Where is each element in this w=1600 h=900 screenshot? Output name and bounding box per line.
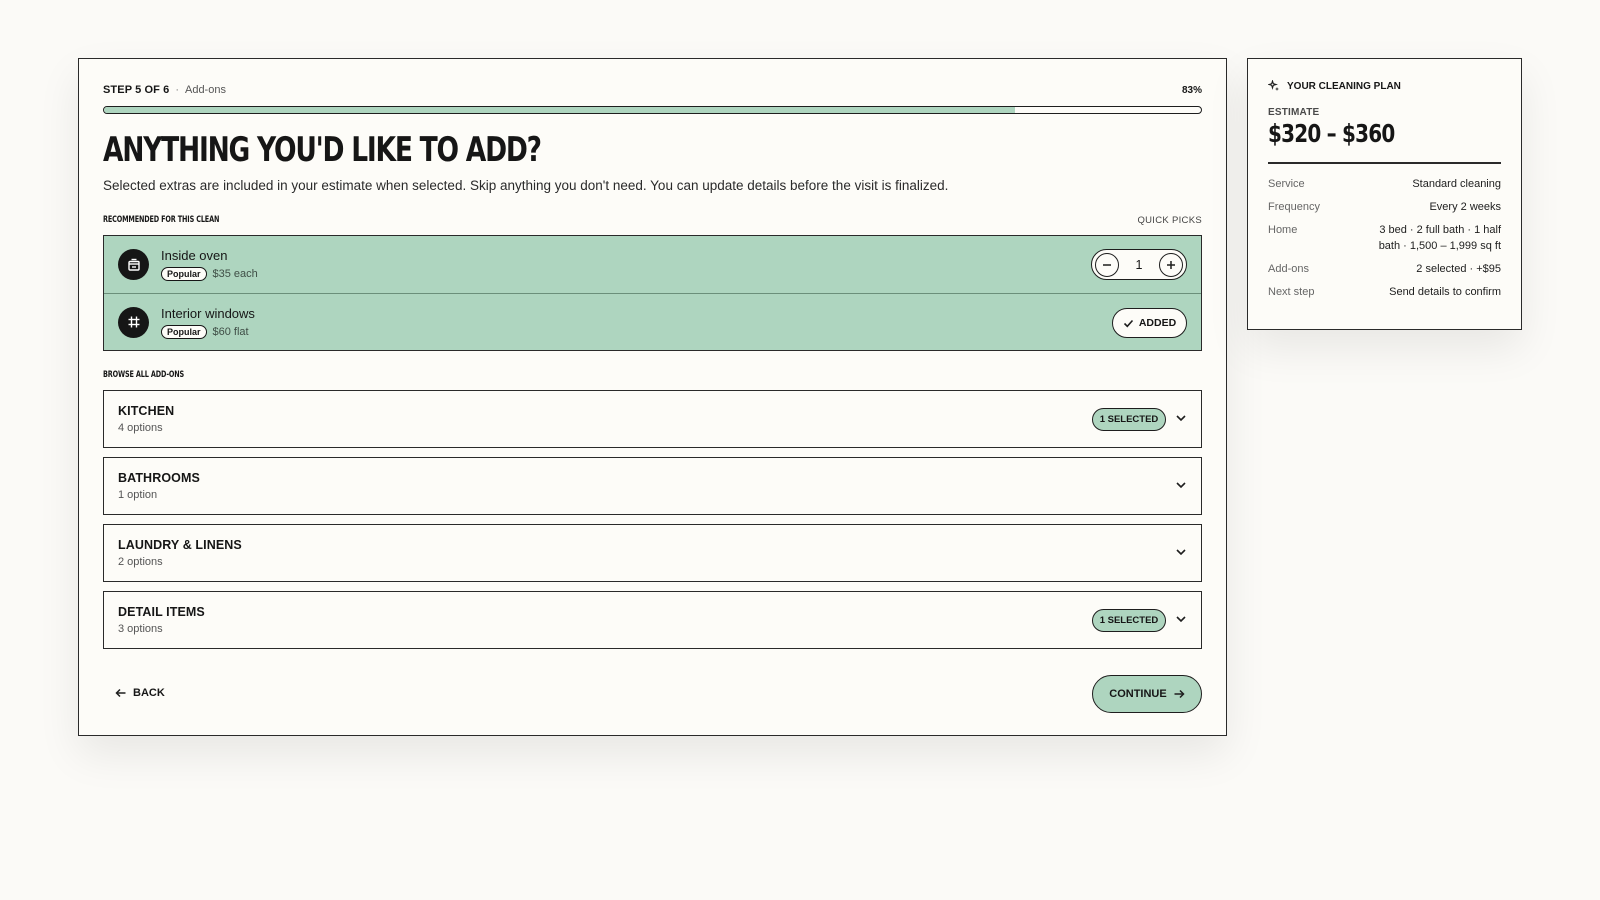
progress-percent: 83%: [1181, 84, 1202, 96]
category-name: DETAIL ITEMS: [118, 605, 205, 619]
recommended-item-inside-oven[interactable]: Inside oven Popular $35 each 1: [104, 236, 1201, 293]
recommended-item-name: Interior windows: [161, 305, 255, 321]
category-name: LAUNDRY & LINENS: [118, 538, 242, 552]
continue-button[interactable]: CONTINUE: [1092, 675, 1202, 713]
step-header: STEP 5 OF 6 · Add-ons 83%: [103, 83, 1202, 97]
arrow-left-icon: [115, 688, 126, 698]
page-title: ANYTHING YOU'D LIKE TO ADD?: [103, 130, 542, 170]
plus-icon: [1166, 260, 1175, 269]
chevron-down-icon[interactable]: [1174, 478, 1188, 492]
category-list: KITCHEN 4 options 1 SELECTED BATHROOMS 1…: [103, 390, 1202, 649]
quantity-stepper: 1: [1091, 249, 1187, 280]
step-footer: BACK CONTINUE: [103, 675, 1202, 713]
plan-row-frequency: Frequency Every 2 weeks: [1268, 199, 1501, 215]
step-label: STEP 5 OF 6: [103, 84, 170, 96]
recommended-header: RECOMMENDED FOR THIS CLEAN QUICK PICKS: [103, 213, 1202, 227]
category-count: 4 options: [118, 422, 163, 434]
added-label: ADDED: [1138, 317, 1177, 329]
plan-value: Send details to confirm: [1389, 285, 1501, 298]
continue-label: CONTINUE: [1109, 688, 1167, 700]
step-name: Add-ons: [184, 84, 226, 96]
popular-badge: Popular: [161, 267, 207, 281]
plan-value: Standard cleaning: [1412, 177, 1501, 190]
category-name: BATHROOMS: [118, 471, 200, 485]
window-grid-icon: [118, 306, 149, 338]
category-count: 2 options: [118, 556, 163, 568]
arrow-right-icon: [1174, 689, 1185, 699]
recommended-heading: RECOMMENDED FOR THIS CLEAN: [103, 215, 220, 225]
plan-key: Frequency: [1268, 200, 1320, 213]
progress-bar: [103, 106, 1202, 114]
step-separator: ·: [175, 84, 179, 96]
plan-key: Service: [1268, 177, 1305, 190]
plan-key: Next step: [1268, 285, 1315, 298]
recommended-item-interior-windows[interactable]: Interior windows Popular $60 flat ADDED: [104, 293, 1201, 350]
plan-value: 2 selected · +$95: [1416, 262, 1501, 275]
browse-header: BROWSE ALL ADD-ONS: [103, 370, 1202, 384]
added-toggle-button[interactable]: ADDED: [1112, 308, 1187, 338]
popular-badge: Popular: [161, 324, 207, 339]
chevron-down-icon[interactable]: [1174, 612, 1188, 626]
progress-fill: [104, 107, 1015, 113]
plan-divider: [1268, 162, 1501, 164]
plan-value: 3 bed · 2 full bath · 1 half bath · 1,50…: [1378, 223, 1501, 252]
decrease-quantity-button[interactable]: [1095, 252, 1119, 277]
plan-details: Service Standard cleaning Frequency Ever…: [1268, 176, 1501, 300]
cleaning-plan-summary: YOUR CLEANING PLAN ESTIMATE $320 – $360 …: [1247, 58, 1522, 330]
intro-text: Selected extras are included in your est…: [103, 178, 949, 193]
plan-title-text: YOUR CLEANING PLAN: [1287, 80, 1401, 92]
check-icon: [1123, 319, 1133, 327]
category-kitchen[interactable]: KITCHEN 4 options 1 SELECTED: [103, 390, 1202, 448]
sparkle-icon: [1268, 80, 1279, 91]
category-laundry-linens[interactable]: LAUNDRY & LINENS 2 options: [103, 524, 1202, 582]
quantity-value: 1: [1135, 257, 1143, 272]
plan-row-next-step: Next step Send details to confirm: [1268, 284, 1501, 300]
addons-step-card: STEP 5 OF 6 · Add-ons 83% ANYTHING YOU'D L…: [78, 58, 1227, 736]
browse-heading: BROWSE ALL ADD-ONS: [103, 370, 185, 380]
back-label: BACK: [133, 687, 165, 699]
plan-key: Home: [1268, 223, 1298, 236]
estimate-label: ESTIMATE: [1268, 107, 1320, 118]
category-name: KITCHEN: [118, 404, 175, 418]
quick-picks-label: QUICK PICKS: [1137, 214, 1202, 226]
plan-title: YOUR CLEANING PLAN: [1268, 79, 1501, 93]
category-detail-items[interactable]: DETAIL ITEMS 3 options 1 SELECTED: [103, 591, 1202, 649]
recommended-item-name: Inside oven: [161, 248, 228, 263]
category-count: 1 option: [118, 489, 158, 501]
minus-icon: [1103, 263, 1111, 266]
estimate-value: $320 – $360: [1268, 119, 1395, 148]
plan-row-home: Home 3 bed · 2 full bath · 1 half bath ·…: [1268, 222, 1501, 254]
step-indicator: STEP 5 OF 6 · Add-ons: [103, 84, 226, 96]
back-button[interactable]: BACK: [115, 687, 165, 699]
plan-value: Every 2 weeks: [1429, 200, 1501, 213]
increase-quantity-button[interactable]: [1158, 252, 1183, 277]
plan-key: Add-ons: [1268, 262, 1309, 275]
chevron-down-icon[interactable]: [1174, 545, 1188, 559]
category-bathrooms[interactable]: BATHROOMS 1 option: [103, 457, 1202, 515]
oven-icon: [118, 249, 149, 280]
plan-row-service: Service Standard cleaning: [1268, 176, 1501, 192]
selected-badge: 1 SELECTED: [1092, 609, 1166, 632]
plan-row-addons: Add-ons 2 selected · +$95: [1268, 261, 1501, 277]
recommended-list: Inside oven Popular $35 each 1 Interior …: [103, 235, 1202, 351]
chevron-down-icon[interactable]: [1174, 411, 1188, 425]
category-count: 3 options: [118, 623, 163, 635]
recommended-item-price: $60 flat: [212, 325, 249, 338]
selected-badge: 1 SELECTED: [1092, 408, 1166, 431]
recommended-item-price: $35 each: [212, 268, 258, 280]
